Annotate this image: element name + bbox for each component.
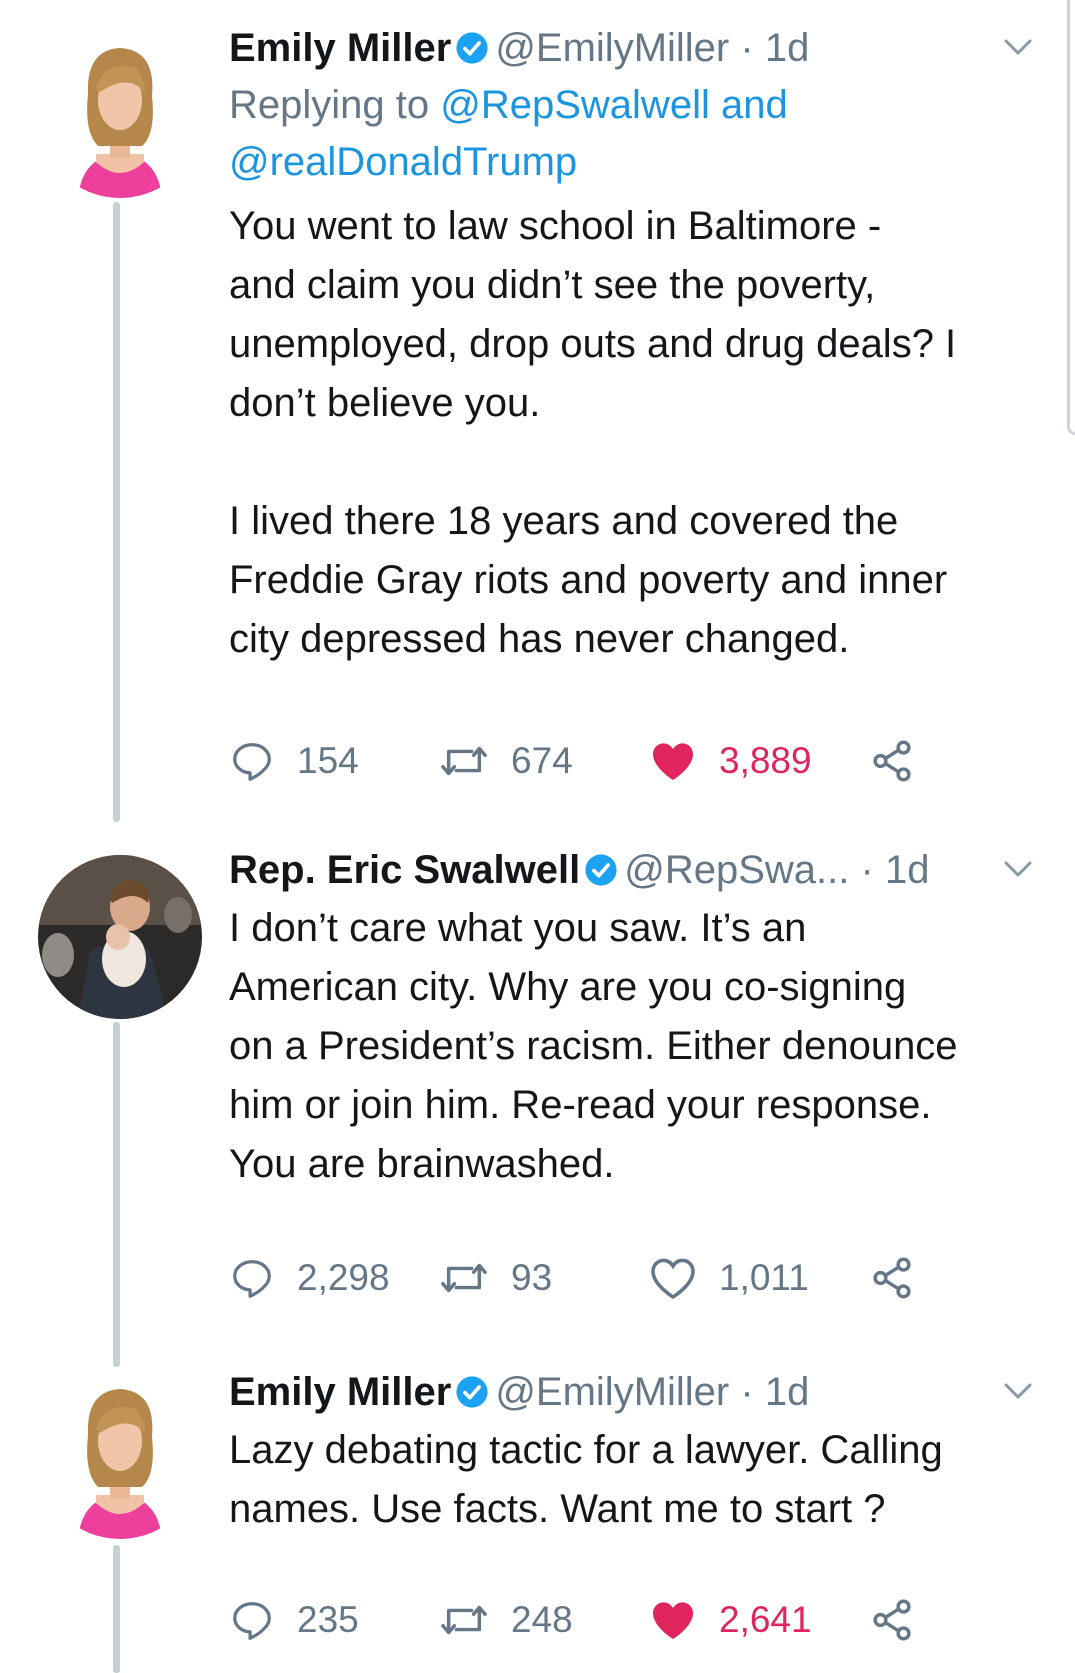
author-handle[interactable]: @EmilyMiller: [495, 1370, 729, 1414]
share-icon: [873, 740, 911, 782]
avatar[interactable]: [38, 1375, 202, 1539]
thread-line: [113, 1022, 120, 1367]
replying-to: Replying to @RepSwalwell and @realDonald…: [229, 77, 1045, 191]
retweet-arrows-icon: [441, 1605, 487, 1635]
reply-bubble-icon: [233, 1602, 271, 1640]
replying-prefix: Replying to: [229, 83, 430, 127]
heart-icon: [651, 1258, 695, 1300]
author-name[interactable]: Emily Miller: [229, 1370, 451, 1414]
heart-icon: [653, 1602, 693, 1639]
tweet-actions: 2,298 93 1,011: [229, 1250, 989, 1306]
verified-badge-icon: [585, 854, 617, 886]
reply-button[interactable]: 154: [229, 733, 359, 789]
timestamp[interactable]: 1d: [765, 26, 810, 70]
author-handle[interactable]: @RepSwa...: [624, 848, 849, 892]
share-icon: [873, 1599, 911, 1641]
like-count: 3,889: [719, 740, 812, 781]
verified-badge-icon: [456, 32, 488, 64]
separator: ·: [860, 848, 874, 892]
tweet-actions: 154 674 3,889: [229, 733, 989, 789]
tweet-text: You went to law school in Baltimore - an…: [229, 204, 957, 661]
thread-line: [113, 202, 120, 822]
retweet-button[interactable]: 93: [439, 1250, 552, 1306]
like-button[interactable]: 2,641: [649, 1592, 812, 1648]
retweet-count: 248: [511, 1599, 573, 1640]
share-button[interactable]: [869, 1592, 915, 1648]
separator: ·: [740, 1370, 754, 1414]
timestamp[interactable]: 1d: [885, 848, 930, 892]
separator: ·: [740, 26, 754, 70]
avatar[interactable]: [38, 34, 202, 198]
retweet-arrows-icon: [441, 1263, 487, 1293]
author-name[interactable]: Emily Miller: [229, 26, 451, 70]
retweet-count: 93: [511, 1257, 553, 1298]
like-count: 2,641: [719, 1599, 812, 1640]
avatar[interactable]: [38, 855, 202, 1019]
share-button[interactable]: [869, 733, 915, 789]
mention-link[interactable]: @realDonaldTrump: [229, 140, 577, 184]
heart-icon: [653, 743, 693, 780]
reply-button[interactable]: 235: [229, 1592, 359, 1648]
chevron-down-icon[interactable]: [1003, 859, 1033, 879]
chevron-down-icon[interactable]: [1003, 1381, 1033, 1401]
chevron-down-icon[interactable]: [1003, 37, 1033, 57]
like-button[interactable]: 1,011: [649, 1250, 809, 1306]
reply-count: 2,298: [297, 1257, 390, 1298]
tweet-header: Emily Miller @EmilyMiller · 1d: [229, 23, 1045, 73]
reply-bubble-icon: [233, 1260, 271, 1298]
retweet-button[interactable]: 248: [439, 1592, 573, 1648]
share-icon: [873, 1257, 911, 1299]
reply-count: 235: [297, 1599, 359, 1640]
author-handle[interactable]: @EmilyMiller: [495, 26, 729, 70]
thread-line: [113, 1545, 120, 1673]
tweet-header: Rep. Eric Swalwell @RepSwa... · 1d: [229, 845, 1045, 895]
mention-link[interactable]: @RepSwalwell: [440, 83, 710, 127]
share-button[interactable]: [869, 1250, 915, 1306]
like-button[interactable]: 3,889: [649, 733, 812, 789]
scrollbar-edge: [1067, 0, 1075, 435]
reply-count: 154: [297, 740, 359, 781]
tweet-actions: 235 248 2,641: [229, 1592, 989, 1648]
retweet-arrows-icon: [441, 746, 487, 776]
retweet-button[interactable]: 674: [439, 733, 573, 789]
author-name[interactable]: Rep. Eric Swalwell: [229, 848, 580, 892]
timestamp[interactable]: 1d: [765, 1370, 810, 1414]
tweet-header: Emily Miller @EmilyMiller · 1d: [229, 1367, 1045, 1417]
replying-joiner[interactable]: and: [721, 83, 788, 127]
tweet-text: Lazy debating tactic for a lawyer. Calli…: [229, 1428, 943, 1531]
like-count: 1,011: [719, 1257, 809, 1298]
tweet-text: I don’t care what you saw. It’s an Ameri…: [229, 906, 958, 1186]
reply-bubble-icon: [233, 743, 271, 781]
retweet-count: 674: [511, 740, 573, 781]
reply-button[interactable]: 2,298: [229, 1250, 390, 1306]
verified-badge-icon: [456, 1376, 488, 1408]
